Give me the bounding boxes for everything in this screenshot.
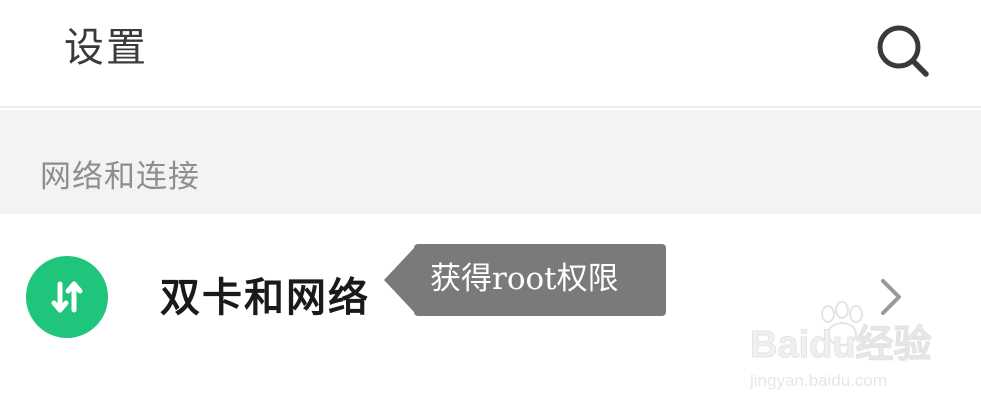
section-title: 网络和连接 — [40, 159, 200, 195]
settings-screen: 设置 网络和连接 双卡和网络 获得root权限 Baidu经验 jingyan.… — [0, 0, 981, 415]
page-title: 设置 — [64, 25, 148, 71]
annotation-callout: 获得root权限 — [384, 244, 666, 316]
list-item-label: 双卡和网络 — [160, 275, 370, 321]
app-header: 设置 — [0, 0, 981, 108]
data-transfer-arrows-icon — [26, 256, 108, 338]
watermark-brand: Baidu经验 — [750, 324, 933, 367]
section-header: 网络和连接 — [0, 110, 981, 214]
baidu-jingyan-watermark: Baidu经验 jingyan.baidu.com — [748, 300, 938, 396]
search-icon — [877, 25, 929, 77]
annotation-text: 获得root权限 — [430, 261, 619, 297]
search-button[interactable] — [868, 20, 938, 82]
watermark-url: jingyan.baidu.com — [750, 371, 888, 390]
